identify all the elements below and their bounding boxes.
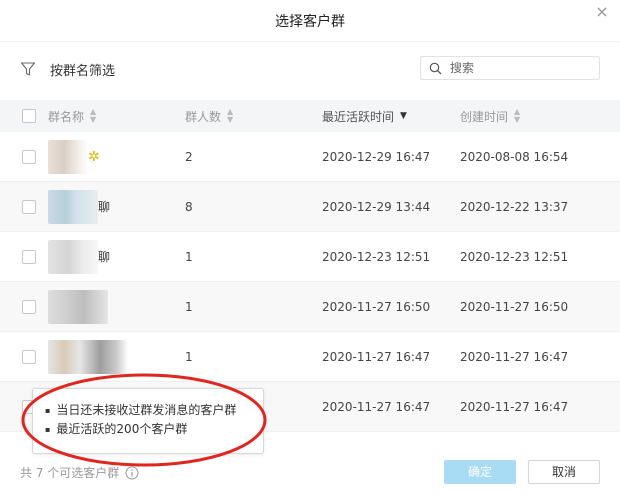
last-active-time: 2020-12-23 12:51 <box>322 249 431 264</box>
created-time: 2020-12-22 13:37 <box>460 199 569 214</box>
row-checkbox[interactable] <box>22 349 36 364</box>
sort-icon: ▲ ▼ <box>514 107 521 124</box>
select-all-checkbox[interactable] <box>22 109 36 123</box>
last-active-time: 2020-11-27 16:47 <box>322 349 431 364</box>
column-header-count[interactable]: 群人数 ▲ ▼ <box>185 108 322 125</box>
search-box[interactable] <box>420 56 600 80</box>
column-header-name[interactable]: 群名称 ▲ ▼ <box>48 108 185 125</box>
group-avatar-blurred <box>48 239 98 274</box>
member-count: 1 <box>185 299 193 314</box>
created-time: 2020-08-08 16:54 <box>460 149 569 164</box>
group-name: 聊 <box>98 200 111 214</box>
dialog-header: 选择客户群 × <box>0 0 620 42</box>
last-active-time: 2020-12-29 13:44 <box>322 199 431 214</box>
group-avatar-blurred <box>48 189 98 224</box>
funnel-icon <box>20 62 36 76</box>
created-time: 2020-11-27 16:50 <box>460 299 569 314</box>
row-checkbox[interactable] <box>22 199 36 214</box>
info-icon[interactable] <box>125 466 139 480</box>
column-header-active-time[interactable]: 最近活跃时间 ▼ <box>322 108 460 125</box>
group-name: 聊 <box>98 250 111 264</box>
group-avatar-blurred <box>48 339 128 374</box>
select-group-dialog: 选择客户群 × 按群名筛选 群名称▲▼ 群人数▲▼ 最近活跃时间▼ 创建时间▲▼ <box>0 0 620 500</box>
table-header: 群名称 ▲ ▼ 群人数 ▲ ▼ 最近活跃时间 ▼ 创建时间 ▲ ▼ <box>0 100 620 132</box>
member-count: 1 <box>185 349 193 364</box>
created-time: 2020-12-23 12:51 <box>460 249 569 264</box>
dialog-title: 选择客户群 <box>275 14 345 30</box>
table-row[interactable]: 聊 8 2020-12-29 13:44 2020-12-22 13:37 <box>0 182 620 232</box>
created-time: 2020-11-27 16:47 <box>460 399 569 414</box>
member-count: 2 <box>185 149 193 164</box>
last-active-time: 2020-11-27 16:50 <box>322 299 431 314</box>
member-count: 8 <box>185 199 193 214</box>
last-active-time: 2020-12-29 16:47 <box>322 149 431 164</box>
row-checkbox[interactable] <box>22 249 36 264</box>
filter-by-name-button[interactable]: 按群名筛选 <box>20 56 115 82</box>
dialog-footer: 共 7 个可选客户群 确定 取消 <box>0 450 620 494</box>
column-header-created-time[interactable]: 创建时间 ▲ ▼ <box>460 108 600 125</box>
last-active-time: 2020-11-27 16:47 <box>322 399 431 414</box>
row-checkbox[interactable] <box>22 299 36 314</box>
close-icon[interactable]: × <box>594 4 610 20</box>
search-input[interactable] <box>450 61 580 75</box>
created-time: 2020-11-27 16:47 <box>460 349 569 364</box>
sort-desc-icon: ▼ <box>400 111 407 121</box>
group-table: 群名称 ▲ ▼ 群人数 ▲ ▼ 最近活跃时间 ▼ 创建时间 ▲ ▼ ✲ 2 2020-12-2… <box>0 100 620 432</box>
member-count: 1 <box>185 249 193 264</box>
confirm-button[interactable]: 确定 <box>444 460 516 484</box>
table-row[interactable]: 1 2020-11-27 16:50 2020-11-27 16:50 <box>0 282 620 332</box>
cancel-button[interactable]: 取消 <box>528 460 600 484</box>
selectable-count: 共 7 个可选客户群 <box>20 464 139 481</box>
group-name: ✲ <box>88 148 100 165</box>
filter-bar: 按群名筛选 <box>20 56 600 82</box>
sort-icon: ▲ ▼ <box>227 107 234 124</box>
table-row[interactable]: 1 2020-11-27 16:47 2020-11-27 16:47 <box>0 332 620 382</box>
tooltip-line: 最近活跃的200个客户群 <box>45 420 263 439</box>
table-row[interactable]: 聊 1 2020-12-23 12:51 2020-12-23 12:51 <box>0 232 620 282</box>
table-row[interactable]: ✲ 2 2020-12-29 16:47 2020-08-08 16:54 <box>0 132 620 182</box>
selection-rule-tooltip: 当日还未接收过群发消息的客户群 最近活跃的200个客户群 <box>32 388 264 454</box>
group-avatar-blurred <box>48 139 88 174</box>
filter-label: 按群名筛选 <box>50 63 116 79</box>
row-checkbox[interactable] <box>22 149 36 164</box>
tooltip-line: 当日还未接收过群发消息的客户群 <box>45 401 263 420</box>
search-icon <box>429 62 442 74</box>
group-avatar-blurred <box>48 289 108 324</box>
sort-icon: ▲ ▼ <box>90 107 97 124</box>
